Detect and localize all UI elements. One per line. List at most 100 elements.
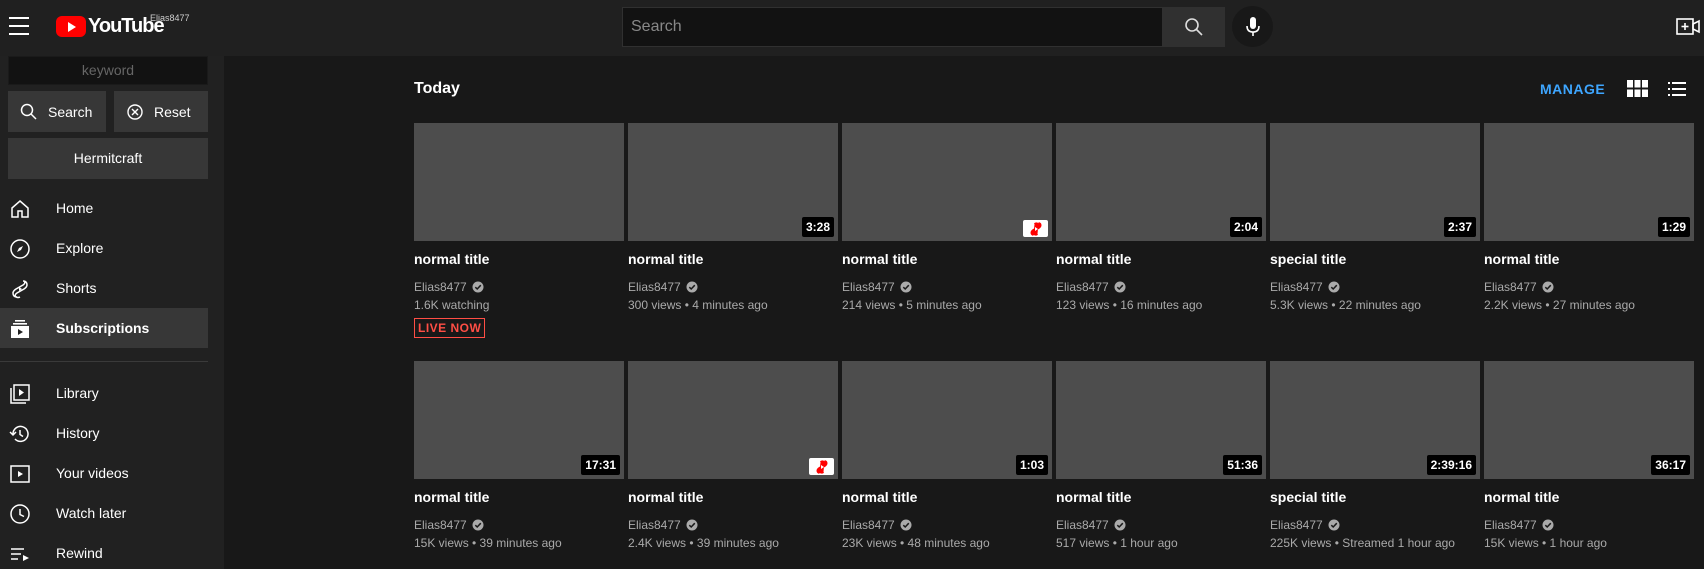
sidebar-item-your-videos[interactable]: Your videos [0,453,208,493]
channel-name[interactable]: Elias8477 [842,518,1052,532]
youtube-logo[interactable]: YouTube [56,15,165,38]
video-thumbnail[interactable]: 2:04 [1056,123,1266,241]
channel-label: Elias8477 [842,280,895,294]
menu-icon[interactable] [9,17,31,35]
verified-check-icon [472,519,484,531]
channel-name[interactable]: Elias8477 [1056,280,1266,294]
video-title[interactable]: normal title [1056,251,1266,269]
channel-name[interactable]: Elias8477 [1056,518,1266,532]
sidebar-item-watch-later[interactable]: Watch later [0,493,208,533]
video-card[interactable]: normal title Elias8477 2.4K views • 39 min… [628,361,838,550]
video-card[interactable]: 2:04 normal title Elias8477 123 views • 16 … [1056,123,1266,312]
video-thumbnail[interactable]: 2:37 [1270,123,1480,241]
video-title[interactable]: normal title [628,489,838,507]
video-meta: 23K views • 48 minutes ago [842,536,990,550]
channel-label: Elias8477 [1270,280,1323,294]
sidebar-item-home[interactable]: Home [0,188,208,228]
video-thumbnail[interactable]: 17:31 [414,361,624,479]
video-title[interactable]: normal title [414,251,624,269]
sidebar: keyword Search Reset Hermitcraft Home Ex… [0,56,224,569]
video-thumbnail[interactable] [628,361,838,479]
video-title[interactable]: normal title [1056,489,1266,507]
video-thumbnail[interactable]: 1:29 [1484,123,1694,241]
keyword-input[interactable]: keyword [8,56,208,85]
video-title[interactable]: normal title [1484,489,1694,507]
reset-button[interactable]: Reset [114,91,208,132]
filter-chip-hermitcraft[interactable]: Hermitcraft [8,138,208,179]
channel-name[interactable]: Elias8477 [628,518,838,532]
keyword-search-button[interactable]: Search [8,91,106,132]
sidebar-item-rewind[interactable]: Rewind [0,533,208,569]
video-card[interactable]: 1:03 normal title Elias8477 23K views • 48 … [842,361,1052,550]
video-meta: 214 views • 5 minutes ago [842,298,982,312]
video-meta: 225K views • Streamed 1 hour ago [1270,536,1455,550]
sidebar-item-subscriptions[interactable]: Subscriptions [0,308,208,348]
duration-badge: 51:36 [1223,455,1262,475]
video-title[interactable]: normal title [414,489,624,507]
search-input[interactable]: Search [622,7,1162,47]
sidebar-item-label: Rewind [56,545,103,561]
video-thumbnail[interactable]: 3:28 [628,123,838,241]
verified-check-icon [1542,281,1554,293]
channel-name[interactable]: Elias8477 [1270,280,1480,294]
home-icon [11,200,29,218]
sidebar-item-shorts[interactable]: Shorts [0,268,208,308]
video-thumbnail[interactable]: 36:17 [1484,361,1694,479]
video-thumbnail[interactable]: 2:39:16 [1270,361,1480,479]
manage-button[interactable]: MANAGE [1540,81,1605,97]
channel-label: Elias8477 [414,280,467,294]
sidebar-item-label: Subscriptions [56,320,150,336]
video-card[interactable]: 2:39:16 special title Elias8477 225K views … [1270,361,1480,550]
voice-search-button[interactable] [1232,6,1273,47]
video-card[interactable]: normal title Elias8477 1.6K watching LIVE N… [414,123,624,338]
channel-name[interactable]: Elias8477 [842,280,1052,294]
video-title[interactable]: normal title [842,489,1052,507]
video-thumbnail[interactable]: 1:03 [842,361,1052,479]
video-title[interactable]: special title [1270,251,1480,269]
video-card[interactable]: 2:37 special title Elias8477 5.3K views • 2… [1270,123,1480,312]
sidebar-item-label: Your videos [56,465,129,481]
video-card[interactable]: 3:28 normal title Elias8477 300 views • 4 m… [628,123,838,312]
channel-name[interactable]: Elias8477 [414,518,624,532]
channel-label: Elias8477 [842,518,895,532]
channel-name[interactable]: Elias8477 [628,280,838,294]
shorts-icon [816,459,827,474]
video-title[interactable]: special title [1270,489,1480,507]
video-card[interactable]: 36:17 normal title Elias8477 15K views • 1 … [1484,361,1694,550]
search-button[interactable] [1162,7,1225,47]
channel-name[interactable]: Elias8477 [1484,280,1694,294]
video-card[interactable]: 17:31 normal title Elias8477 15K views • 39… [414,361,624,550]
channel-name[interactable]: Elias8477 [414,280,624,294]
video-thumbnail[interactable] [414,123,624,241]
shorts-icon [12,280,28,299]
grid-view-icon[interactable] [1627,80,1648,97]
sidebar-item-explore[interactable]: Explore [0,228,208,268]
video-card[interactable]: normal title Elias8477 214 views • 5 minut… [842,123,1052,312]
shorts-badge [1023,220,1048,237]
video-card[interactable]: 1:29 normal title Elias8477 2.2K views • 27… [1484,123,1694,312]
channel-name[interactable]: Elias8477 [1484,518,1694,532]
rewind-icon [11,548,29,561]
video-title[interactable]: normal title [628,251,838,269]
video-meta: 300 views • 4 minutes ago [628,298,768,312]
sidebar-item-library[interactable]: Library [0,373,208,413]
duration-badge: 3:28 [801,217,834,237]
video-title[interactable]: normal title [842,251,1052,269]
duration-badge: 1:03 [1015,455,1048,475]
sidebar-item-history[interactable]: History [0,413,208,453]
create-video-icon[interactable] [1676,16,1700,38]
channel-label: Elias8477 [1484,280,1537,294]
verified-check-icon [1328,281,1340,293]
video-thumbnail[interactable] [842,123,1052,241]
reset-button-label: Reset [154,103,191,120]
sidebar-item-label: Explore [56,240,104,256]
channel-name[interactable]: Elias8477 [1270,518,1480,532]
sidebar-item-label: Library [56,385,99,401]
watch-later-icon [10,504,30,524]
video-thumbnail[interactable]: 51:36 [1056,361,1266,479]
list-view-icon[interactable] [1668,82,1686,96]
video-title[interactable]: normal title [1484,251,1694,269]
video-card[interactable]: 51:36 normal title Elias8477 517 views • 1 … [1056,361,1266,550]
library-icon [10,384,30,404]
video-meta: 2.4K views • 39 minutes ago [628,536,779,550]
